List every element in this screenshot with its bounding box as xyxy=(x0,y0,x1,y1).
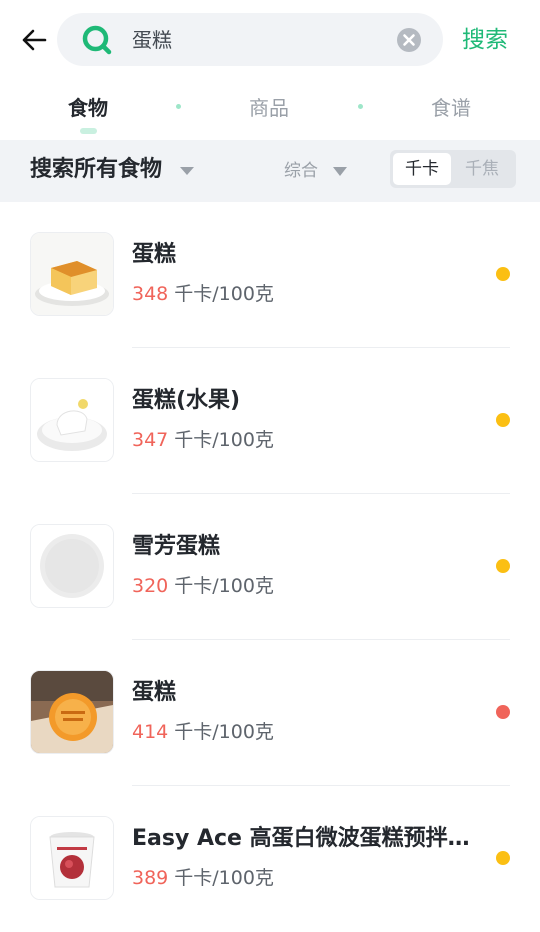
food-calories: 414 千卡/100克 xyxy=(132,719,274,745)
packaged-cake-image xyxy=(31,671,113,753)
scope-dropdown[interactable]: 搜索所有食物 xyxy=(30,155,162,185)
search-input[interactable]: 蛋糕 xyxy=(57,13,443,66)
food-name: 蛋糕 xyxy=(132,242,177,267)
food-calories: 347 千卡/100克 xyxy=(132,427,274,453)
back-button[interactable] xyxy=(18,22,50,58)
back-arrow-icon xyxy=(22,29,47,51)
dropdown-triangle-icon[interactable] xyxy=(180,167,194,175)
unit-toggle: 千卡 千焦 xyxy=(390,150,516,188)
food-name: Easy Ace 高蛋白微波蛋糕预拌… xyxy=(132,826,470,851)
sponge-cake-image xyxy=(31,233,113,315)
food-name: 雪芳蛋糕 xyxy=(132,534,221,559)
calorie-unit: 千卡/100克 xyxy=(174,429,274,451)
sort-triangle-icon[interactable] xyxy=(333,167,347,176)
food-thumbnail xyxy=(30,524,114,608)
unit-kcal-option[interactable]: 千卡 xyxy=(393,153,451,185)
search-button[interactable]: 搜索 xyxy=(462,25,508,55)
placeholder-image xyxy=(31,525,113,607)
calorie-value: 389 xyxy=(132,867,169,889)
food-list-item[interactable]: 蛋糕 414 千卡/100克 xyxy=(0,640,540,786)
food-thumbnail xyxy=(30,232,114,316)
search-icon xyxy=(82,25,112,55)
sort-dropdown[interactable]: 综合 xyxy=(284,159,318,183)
food-thumbnail xyxy=(30,816,114,900)
active-tab-indicator xyxy=(80,128,97,134)
fruit-cake-image xyxy=(31,379,113,461)
calorie-unit: 千卡/100克 xyxy=(174,283,274,305)
food-calories: 348 千卡/100克 xyxy=(132,281,274,307)
food-name: 蛋糕(水果) xyxy=(132,388,241,413)
food-calories: 389 千卡/100克 xyxy=(132,865,274,891)
calorie-value: 320 xyxy=(132,575,169,597)
health-level-dot xyxy=(496,851,510,865)
tab-goods[interactable]: 商品 xyxy=(249,94,289,122)
food-thumbnail xyxy=(30,378,114,462)
calorie-unit: 千卡/100克 xyxy=(174,575,274,597)
tab-recipes[interactable]: 食谱 xyxy=(431,94,471,122)
tab-separator-dot xyxy=(358,104,363,109)
food-name: 蛋糕 xyxy=(132,680,177,705)
calorie-value: 347 xyxy=(132,429,169,451)
search-query[interactable]: 蛋糕 xyxy=(132,26,172,54)
category-tabs: 食物 商品 食谱 xyxy=(0,80,540,140)
tab-food[interactable]: 食物 xyxy=(68,94,108,122)
health-level-dot xyxy=(496,559,510,573)
food-calories: 320 千卡/100克 xyxy=(132,573,274,599)
food-list-item[interactable]: 蛋糕 348 千卡/100克 xyxy=(0,202,540,348)
food-results-list: 蛋糕 348 千卡/100克 蛋糕(水果) 347 千卡/100克 雪芳蛋糕 3… xyxy=(0,202,540,925)
health-level-dot xyxy=(496,705,510,719)
tab-separator-dot xyxy=(176,104,181,109)
search-header: 蛋糕 搜索 xyxy=(0,0,540,80)
food-list-item[interactable]: 雪芳蛋糕 320 千卡/100克 xyxy=(0,494,540,640)
health-level-dot xyxy=(496,267,510,281)
food-list-item[interactable]: 蛋糕(水果) 347 千卡/100克 xyxy=(0,348,540,494)
unit-kj-option[interactable]: 千焦 xyxy=(453,153,511,185)
calorie-value: 348 xyxy=(132,283,169,305)
calorie-unit: 千卡/100克 xyxy=(174,721,274,743)
food-thumbnail xyxy=(30,670,114,754)
cake-mix-cup-image xyxy=(31,817,113,899)
food-list-item[interactable]: Easy Ace 高蛋白微波蛋糕预拌… 389 千卡/100克 xyxy=(0,786,540,932)
filter-bar: 搜索所有食物 综合 千卡 千焦 xyxy=(0,140,540,202)
calorie-value: 414 xyxy=(132,721,169,743)
clear-icon[interactable] xyxy=(396,27,422,53)
health-level-dot xyxy=(496,413,510,427)
calorie-unit: 千卡/100克 xyxy=(174,867,274,889)
